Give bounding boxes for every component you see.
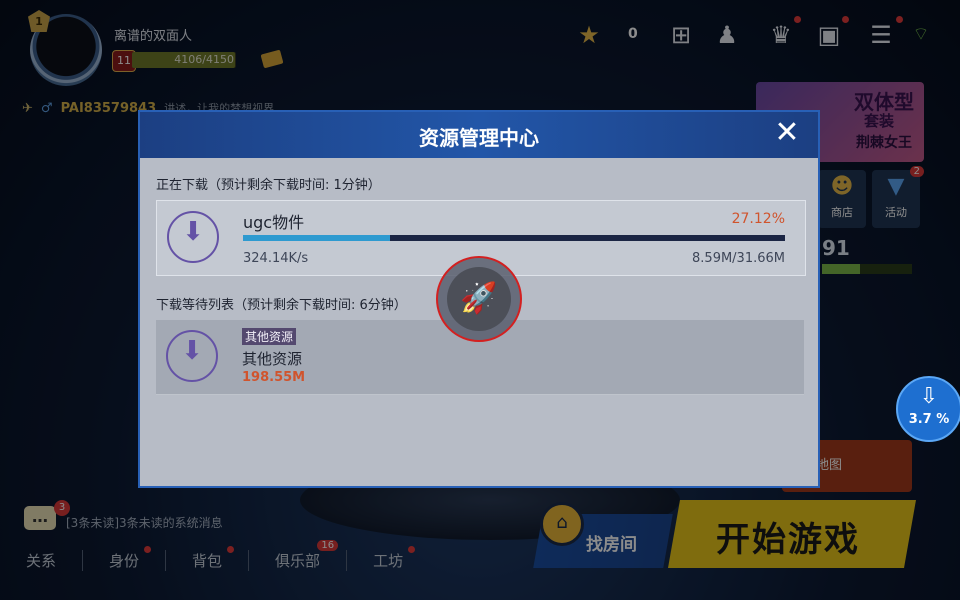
download-icon: ⬇: [167, 211, 219, 263]
downloading-section-title: 正在下载（预计剩余下载时间: 1分钟）: [156, 178, 381, 193]
download-icon: ⬇: [166, 330, 218, 382]
download-progress-bar: [243, 235, 785, 241]
queue-item-name: 其他资源: [242, 350, 303, 368]
download-progress-badge[interactable]: ⇩ 3.7 %: [896, 376, 960, 442]
download-progress-fill: [243, 235, 390, 241]
queue-item-size: 198.55M: [242, 370, 306, 385]
dialog-header: 资源管理中心 ✕: [140, 112, 818, 158]
download-item-name: ugc物件: [243, 213, 305, 232]
queue-section-title: 下载等待列表（预计剩余下载时间: 6分钟）: [156, 298, 407, 313]
dialog-title: 资源管理中心: [419, 126, 539, 150]
download-item-percent: 27.12%: [731, 211, 785, 227]
download-icon: ⇩: [919, 384, 939, 409]
download-progress-percent: 3.7 %: [908, 412, 950, 427]
download-size: 8.59M/31.66M: [692, 251, 785, 266]
queue-item-tag: 其他资源: [242, 328, 297, 345]
close-button[interactable]: ✕: [772, 118, 802, 148]
download-speed: 324.14K/s: [243, 251, 309, 266]
download-boost-button[interactable]: 🚀: [436, 256, 522, 342]
rocket-icon: 🚀: [447, 267, 511, 331]
